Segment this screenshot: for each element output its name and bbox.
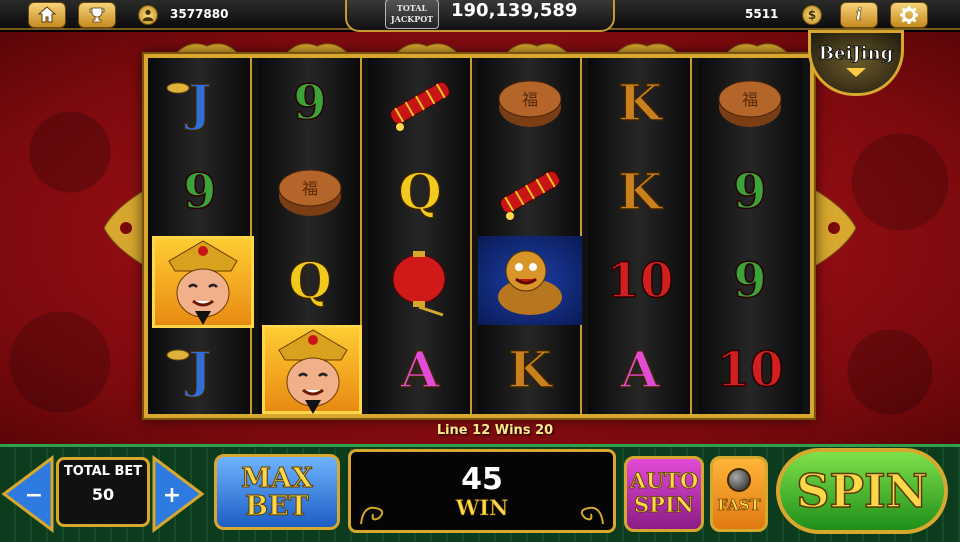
reel-5: K K 10 A [588, 58, 692, 414]
symbol-k: K [508, 339, 553, 400]
reel-3: Q A [368, 58, 472, 414]
win-display: 45 WIN [348, 449, 616, 533]
symbol-lantern [368, 236, 472, 325]
increase-bet-button[interactable]: + [150, 454, 206, 534]
total-jackpot-panel: TOTAL JACKPOT 190,139,589 [345, 0, 615, 32]
symbol-lion [478, 236, 582, 325]
svg-text:福: 福 [522, 90, 538, 109]
symbol-a: A [400, 339, 440, 400]
god-of-wealth-symbol-highlighted [262, 325, 362, 414]
reel-4: 福 K [478, 58, 582, 414]
symbol-q: Q [287, 250, 332, 311]
symbol-mooncake: 福 [258, 147, 362, 236]
svg-text:福: 福 [302, 179, 318, 198]
god-of-wealth-icon [168, 240, 238, 325]
max-bet-button[interactable]: MAX BET [214, 454, 340, 530]
dollar-coin-icon[interactable]: $ [802, 5, 822, 25]
trophy-icon [89, 7, 105, 23]
symbol-10: 10 [716, 341, 784, 399]
lantern-icon [392, 250, 446, 316]
right-side-ornament [812, 188, 856, 268]
total-bet-display: TOTAL BET 50 [56, 457, 150, 527]
left-side-ornament [104, 188, 148, 268]
top-bar: 3577880 TOTAL JACKPOT 190,139,589 5511 $ … [0, 0, 960, 32]
player-icon [138, 5, 158, 25]
total-bet-label: TOTAL BET [63, 464, 143, 479]
jackpot-value: 190,139,589 [451, 0, 578, 21]
symbol-9: 9 [733, 252, 768, 310]
scroll-ornament [360, 506, 384, 525]
svg-text:福: 福 [742, 90, 758, 109]
symbol-9: 9 [293, 74, 328, 132]
firecracker-icon [499, 170, 561, 220]
symbol-a: A [620, 339, 660, 400]
gold-ingot-icon [166, 349, 190, 361]
symbol-10: 10 [606, 252, 674, 310]
home-button[interactable] [28, 2, 66, 28]
total-jackpot-logo: TOTAL JACKPOT [385, 0, 439, 29]
mooncake-icon: 福 [498, 80, 562, 127]
plus-icon: + [163, 483, 181, 508]
home-icon [37, 6, 57, 23]
total-bet-value: 50 [91, 485, 115, 504]
info-button[interactable]: i [840, 2, 878, 28]
trophy-button[interactable] [78, 2, 116, 28]
player-coins: 3577880 [170, 7, 229, 21]
symbol-k: K [618, 161, 663, 222]
fast-button[interactable]: FAST [710, 456, 768, 532]
auto-spin-button[interactable]: AUTO SPIN [624, 456, 704, 532]
symbol-k: K [618, 72, 663, 133]
minus-icon: − [25, 483, 43, 508]
decrease-bet-button[interactable]: − [0, 454, 56, 534]
symbol-9: 9 [733, 163, 768, 221]
symbol-firecracker [478, 147, 582, 236]
scroll-ornament [580, 506, 604, 525]
mooncake-icon: 福 [718, 80, 782, 127]
mooncake-icon: 福 [278, 169, 342, 216]
win-value: 45 [461, 462, 503, 497]
symbol-mooncake: 福 [698, 58, 802, 147]
line-win-message: Line 12 Wins 20 [436, 423, 554, 438]
balance-value: 5511 [745, 7, 779, 21]
symbol-j: J [148, 325, 252, 414]
god-of-wealth-symbol-highlighted [152, 236, 254, 328]
firecracker-icon [389, 81, 451, 131]
fast-indicator-light [727, 468, 751, 492]
reel-6: 福 9 9 10 [698, 58, 802, 414]
fast-label: FAST [717, 496, 761, 515]
symbol-q: Q [397, 161, 442, 222]
beijing-badge-label: BeiJing [818, 43, 894, 65]
reels-area: J 9 J 9 福 Q Q A 福 K K K 10 A 福 9 9 10 [144, 54, 814, 418]
triangle-down-icon [846, 68, 866, 77]
symbol-9: 9 [183, 163, 218, 221]
symbol-j: J [148, 58, 252, 147]
god-of-wealth-icon [278, 329, 348, 414]
settings-button[interactable] [890, 2, 928, 28]
golden-lion-icon [498, 250, 562, 315]
symbol-firecracker [368, 58, 472, 147]
gear-icon [900, 6, 918, 24]
gold-ingot-icon [166, 82, 190, 94]
symbol-mooncake: 福 [478, 58, 582, 147]
spin-button[interactable]: SPIN [776, 448, 948, 534]
